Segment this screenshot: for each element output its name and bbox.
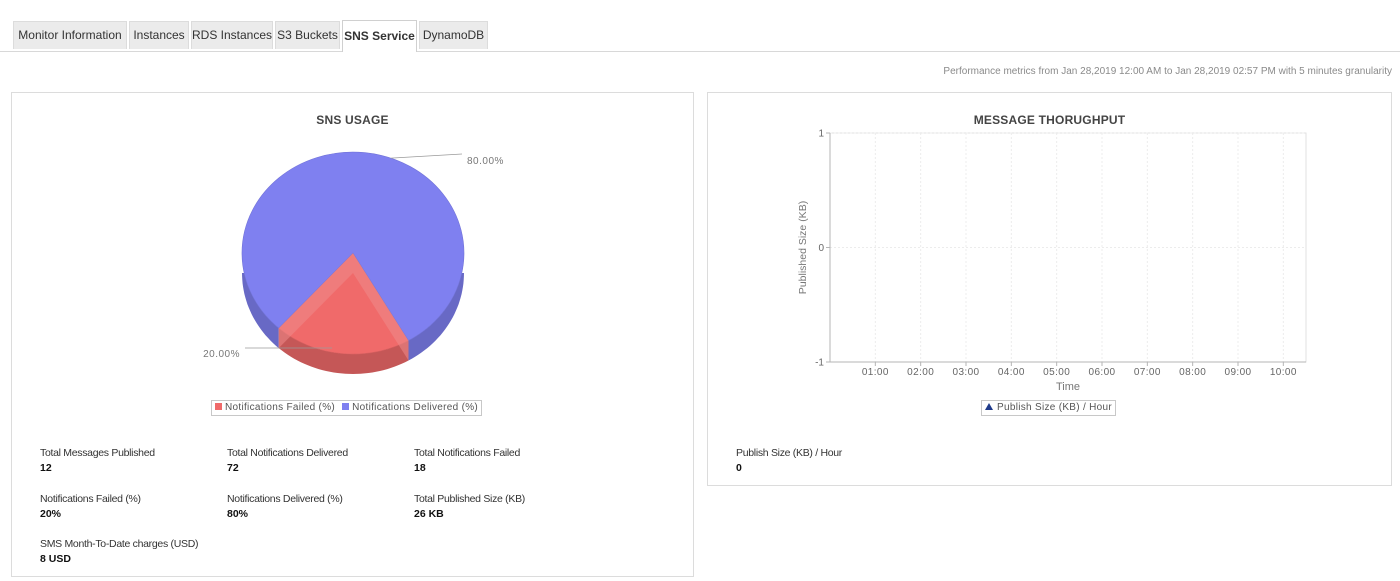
stat-label: Total Published Size (KB) bbox=[414, 493, 525, 505]
legend-label-failed: Notifications Failed (%) bbox=[225, 402, 336, 413]
stat-notifications-failed-pct: Notifications Failed (%) 20% bbox=[40, 493, 141, 520]
pie-data-label: 80.00% bbox=[467, 156, 504, 167]
stat-total-notifications-failed: Total Notifications Failed 18 bbox=[414, 447, 520, 474]
x-tick-label: 08:00 bbox=[1179, 367, 1206, 378]
legend-item-delivered[interactable]: Notifications Delivered (%) bbox=[342, 401, 478, 415]
x-tick-label: 06:00 bbox=[1088, 367, 1115, 378]
pie-data-label: 20.00% bbox=[203, 349, 240, 360]
y-tick-label: 0 bbox=[818, 243, 824, 254]
legend-marker-triangle-icon bbox=[985, 403, 993, 410]
y-tick-label: 1 bbox=[818, 129, 824, 140]
x-tick-label: 05:00 bbox=[1043, 367, 1070, 378]
x-tick-label: 10:00 bbox=[1270, 367, 1297, 378]
tab-instances[interactable]: Instances bbox=[129, 21, 189, 49]
stat-sms-month-to-date-charges: SMS Month-To-Date charges (USD) 8 USD bbox=[40, 538, 198, 565]
legend-label-publish-size: Publish Size (KB) / Hour bbox=[997, 402, 1113, 413]
y-tick-label: -1 bbox=[815, 358, 824, 369]
pie-leader-line bbox=[390, 153, 463, 159]
tab-bar: Monitor Information Instances RDS Instan… bbox=[0, 0, 1400, 52]
x-axis-title: Time bbox=[1056, 381, 1080, 393]
message-throughput-panel: MESSAGE THORUGHPUT 01:00 02:00 03:00 04:00 0… bbox=[707, 92, 1392, 486]
stat-value: 72 bbox=[227, 462, 239, 474]
stat-value: 80% bbox=[227, 508, 249, 520]
stat-value: 12 bbox=[40, 462, 52, 474]
stat-label: Notifications Failed (%) bbox=[40, 493, 141, 505]
tab-monitor-information[interactable]: Monitor Information bbox=[13, 21, 127, 49]
stat-value: 8 USD bbox=[40, 553, 71, 565]
y-axis-title: Published Size (KB) bbox=[797, 201, 809, 294]
legend-label-delivered: Notifications Delivered (%) bbox=[352, 402, 479, 413]
stat-label: Total Notifications Delivered bbox=[227, 447, 348, 459]
pie-group bbox=[241, 151, 465, 374]
stat-label: Notifications Delivered (%) bbox=[227, 493, 343, 505]
x-tick-label: 04:00 bbox=[998, 367, 1025, 378]
stat-label: Publish Size (KB) / Hour bbox=[736, 447, 843, 459]
legend-swatch-failed bbox=[215, 403, 222, 410]
stat-publish-size-per-hour: Publish Size (KB) / Hour 0 bbox=[736, 447, 842, 474]
stat-total-messages-published: Total Messages Published 12 bbox=[40, 447, 155, 474]
performance-metrics-note: Performance metrics from Jan 28,2019 12:… bbox=[943, 66, 1392, 77]
stat-value: 20% bbox=[40, 508, 62, 520]
tab-rds-instances[interactable]: RDS Instances bbox=[191, 21, 273, 49]
sns-usage-panel: SNS USAGE 80.00% 20.00% Notifications Fai… bbox=[11, 92, 694, 577]
stat-value: 0 bbox=[736, 462, 742, 474]
stat-label: Total Messages Published bbox=[40, 447, 155, 459]
x-tick-label: 01:00 bbox=[862, 367, 889, 378]
stat-notifications-delivered-pct: Notifications Delivered (%) 80% bbox=[227, 493, 343, 520]
message-throughput-chart: 01:00 02:00 03:00 04:00 05:00 06:00 07:00 08:00… bbox=[797, 129, 1307, 393]
sns-usage-pie-chart: 80.00% 20.00% bbox=[203, 151, 504, 374]
x-tick-label: 07:00 bbox=[1134, 367, 1161, 378]
stat-label: Total Notifications Failed bbox=[414, 447, 521, 459]
x-tick-label: 03:00 bbox=[952, 367, 979, 378]
tab-s3-buckets[interactable]: S3 Buckets bbox=[275, 21, 340, 49]
tab-sns-service[interactable]: SNS Service bbox=[342, 20, 417, 52]
tab-dynamodb[interactable]: DynamoDB bbox=[419, 21, 488, 49]
x-tick-label: 02:00 bbox=[907, 367, 934, 378]
x-tick-label: 09:00 bbox=[1224, 367, 1251, 378]
sns-usage-legend: Notifications Failed (%) Notifications D… bbox=[211, 400, 483, 416]
message-throughput-legend: Publish Size (KB) / Hour bbox=[981, 400, 1117, 416]
stat-label: SMS Month-To-Date charges (USD) bbox=[40, 538, 199, 550]
stat-value: 18 bbox=[414, 462, 426, 474]
legend-swatch-delivered bbox=[342, 403, 350, 410]
stat-value: 26 KB bbox=[414, 508, 444, 520]
legend-item-publish-size[interactable]: Publish Size (KB) / Hour bbox=[985, 401, 1112, 415]
legend-item-failed[interactable]: Notifications Failed (%) bbox=[215, 401, 335, 415]
stat-total-notifications-delivered: Total Notifications Delivered 72 bbox=[227, 447, 348, 474]
stat-total-published-size: Total Published Size (KB) 26 KB bbox=[414, 493, 525, 520]
